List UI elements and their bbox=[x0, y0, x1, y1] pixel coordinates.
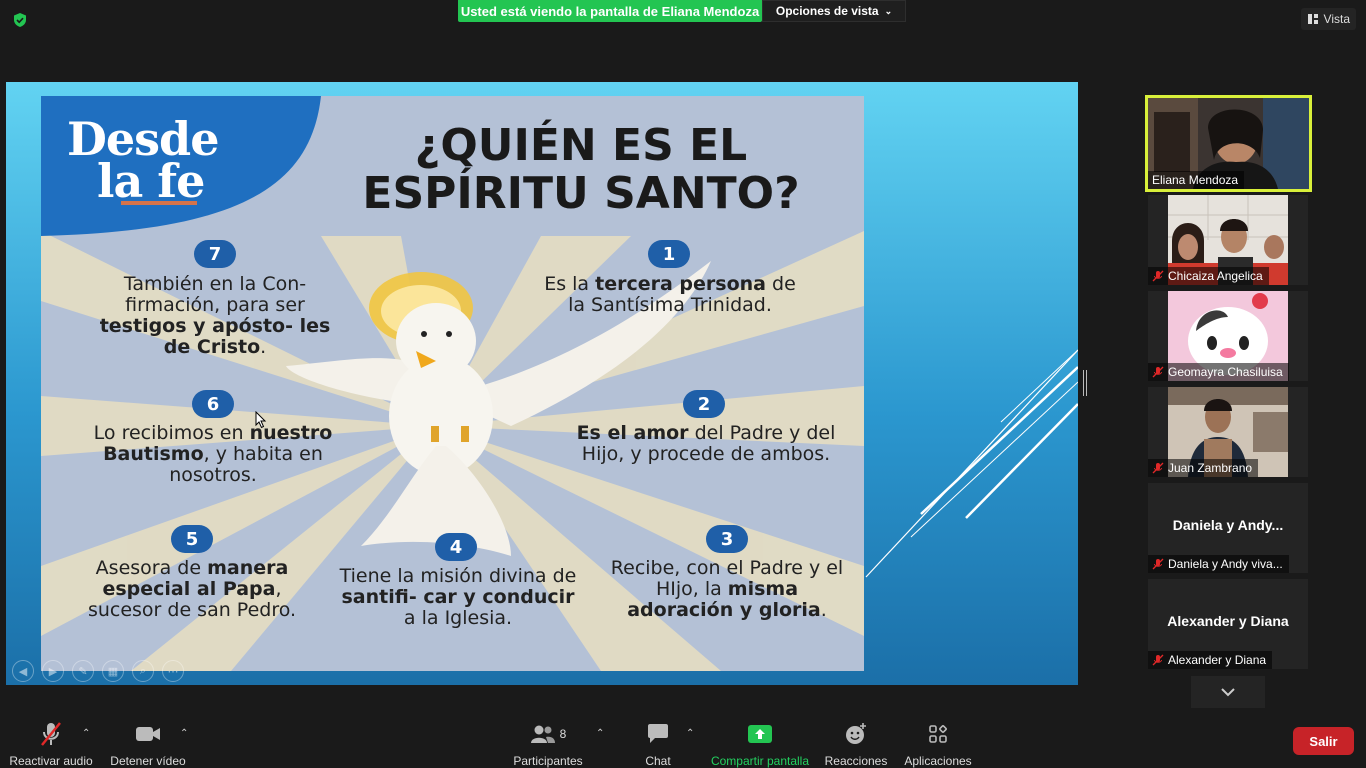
view-options-button[interactable]: Opciones de vista ⌄ bbox=[762, 0, 906, 22]
unmute-audio-button[interactable]: Reactivar audio bbox=[9, 712, 93, 768]
shared-screen[interactable]: Desde la fe ¿QUIÉN ES EL ESPÍRITU SANTO?… bbox=[6, 82, 1078, 685]
chat-label: Chat bbox=[645, 754, 671, 768]
share-screen-label: Compartir pantalla bbox=[710, 754, 810, 768]
participants-count: 8 bbox=[559, 727, 567, 741]
participant-display-name: Daniela y Andy... bbox=[1172, 517, 1284, 533]
apps-label: Aplicaciones bbox=[904, 754, 972, 768]
security-shield-icon[interactable] bbox=[12, 12, 28, 28]
participants-icon bbox=[530, 725, 555, 743]
chat-button[interactable]: Chat bbox=[636, 712, 680, 768]
chevron-down-icon bbox=[1221, 688, 1235, 697]
participants-label: Participantes bbox=[513, 754, 583, 768]
participant-tile[interactable]: Geomayra Chasiluisa bbox=[1148, 291, 1308, 381]
pen-icon[interactable]: ✎ bbox=[72, 660, 94, 682]
item-4-text: Tiene la misión divina de santifi- car y… bbox=[339, 565, 577, 629]
item-number-badge: 4 bbox=[435, 533, 477, 561]
participant-tile[interactable]: Chicaiza Angelica bbox=[1148, 195, 1308, 285]
apps-icon bbox=[929, 725, 947, 743]
participant-tile-active-speaker[interactable]: Eliana Mendoza bbox=[1145, 95, 1312, 192]
viewing-screen-banner: Usted está viendo la pantalla de Eliana … bbox=[458, 0, 762, 22]
participants-options-caret-icon[interactable]: ⌃ bbox=[596, 728, 604, 739]
participants-button[interactable]: 8 Participantes bbox=[510, 712, 586, 768]
smiley-add-icon bbox=[846, 723, 866, 744]
item-number-badge: 6 bbox=[192, 390, 234, 418]
participant-name-label: Daniela y Andy viva... bbox=[1148, 555, 1289, 573]
mouse-cursor-icon bbox=[255, 411, 267, 429]
participant-name-label: Geomayra Chasiluisa bbox=[1148, 363, 1289, 381]
scroll-participants-down-button[interactable] bbox=[1191, 676, 1265, 708]
leave-meeting-button[interactable]: Salir bbox=[1293, 727, 1354, 755]
view-layout-button[interactable]: Vista bbox=[1300, 8, 1356, 30]
stop-video-label: Detener vídeo bbox=[110, 754, 186, 768]
slide-controls: ◀ ▶ ✎ ▦ ⌕ ⋯ bbox=[12, 660, 184, 682]
grid-layout-icon bbox=[1307, 14, 1318, 24]
mic-muted-icon bbox=[41, 722, 61, 746]
item-number-badge: 3 bbox=[706, 525, 748, 553]
chat-bubble-icon bbox=[648, 724, 668, 743]
mic-muted-icon bbox=[1152, 654, 1164, 666]
stop-video-button[interactable]: Detener vídeo bbox=[108, 712, 188, 768]
chat-options-caret-icon[interactable]: ⌃ bbox=[686, 728, 694, 739]
item-7-text: También en la Con- firmación, para ser t… bbox=[99, 273, 331, 358]
view-options-label: Opciones de vista bbox=[775, 4, 879, 18]
zoom-icon[interactable]: ⌕ bbox=[132, 660, 154, 682]
participant-name-label: Chicaiza Angelica bbox=[1148, 267, 1269, 285]
share-screen-icon bbox=[748, 725, 772, 743]
participant-tile[interactable]: Juan Zambrano bbox=[1148, 387, 1308, 477]
previous-slide-icon[interactable]: ◀ bbox=[12, 660, 34, 682]
chevron-down-icon: ⌄ bbox=[884, 5, 893, 16]
next-slide-icon[interactable]: ▶ bbox=[42, 660, 64, 682]
reactions-label: Reacciones bbox=[824, 754, 888, 768]
reactions-button[interactable]: Reacciones bbox=[824, 712, 888, 768]
video-options-caret-icon[interactable]: ⌃ bbox=[180, 728, 188, 739]
panel-splitter-handle[interactable] bbox=[1083, 370, 1087, 396]
unmute-audio-label: Reactivar audio bbox=[9, 754, 93, 768]
video-camera-icon bbox=[136, 727, 160, 741]
slides-grid-icon[interactable]: ▦ bbox=[102, 660, 124, 682]
mic-muted-icon bbox=[1152, 462, 1164, 474]
item-number-badge: 2 bbox=[683, 390, 725, 418]
participant-name-label: Juan Zambrano bbox=[1148, 459, 1259, 477]
slide-poster: Desde la fe ¿QUIÉN ES EL ESPÍRITU SANTO?… bbox=[41, 96, 864, 671]
item-1-text: Es la tercera persona de la Santísima Tr… bbox=[544, 273, 796, 316]
participant-name-label: Alexander y Diana bbox=[1148, 651, 1273, 669]
apps-button[interactable]: Aplicaciones bbox=[902, 712, 974, 768]
meeting-toolbar: Reactivar audio ⌃ Detener vídeo ⌃ 8 Part… bbox=[0, 712, 1366, 768]
item-2-text: Es el amor del Padre y del Hijo, y proce… bbox=[576, 422, 836, 465]
item-number-badge: 5 bbox=[171, 525, 213, 553]
item-number-badge: 1 bbox=[648, 240, 690, 268]
item-3-text: Recibe, con el Padre y el HIjo, la misma… bbox=[610, 557, 844, 621]
share-screen-button[interactable]: Compartir pantalla bbox=[708, 712, 812, 768]
item-5-text: Asesora de manera especial al Papa, suce… bbox=[87, 557, 297, 621]
view-layout-label: Vista bbox=[1323, 12, 1350, 26]
mic-muted-icon bbox=[1152, 270, 1164, 282]
item-number-badge: 7 bbox=[194, 240, 236, 268]
participant-display-name: Alexander y Diana bbox=[1167, 613, 1289, 629]
participant-tile[interactable]: Alexander y Diana Alexander y Diana bbox=[1148, 579, 1308, 669]
mic-muted-icon bbox=[1152, 558, 1164, 570]
item-6-text: Lo recibimos en nuestro Bautismo, y habi… bbox=[93, 422, 333, 486]
mic-muted-icon bbox=[1152, 366, 1164, 378]
participant-tile[interactable]: Daniela y Andy... Daniela y Andy viva... bbox=[1148, 483, 1308, 573]
more-options-icon[interactable]: ⋯ bbox=[162, 660, 184, 682]
participant-name-label: Eliana Mendoza bbox=[1148, 171, 1245, 189]
audio-options-caret-icon[interactable]: ⌃ bbox=[82, 728, 90, 739]
